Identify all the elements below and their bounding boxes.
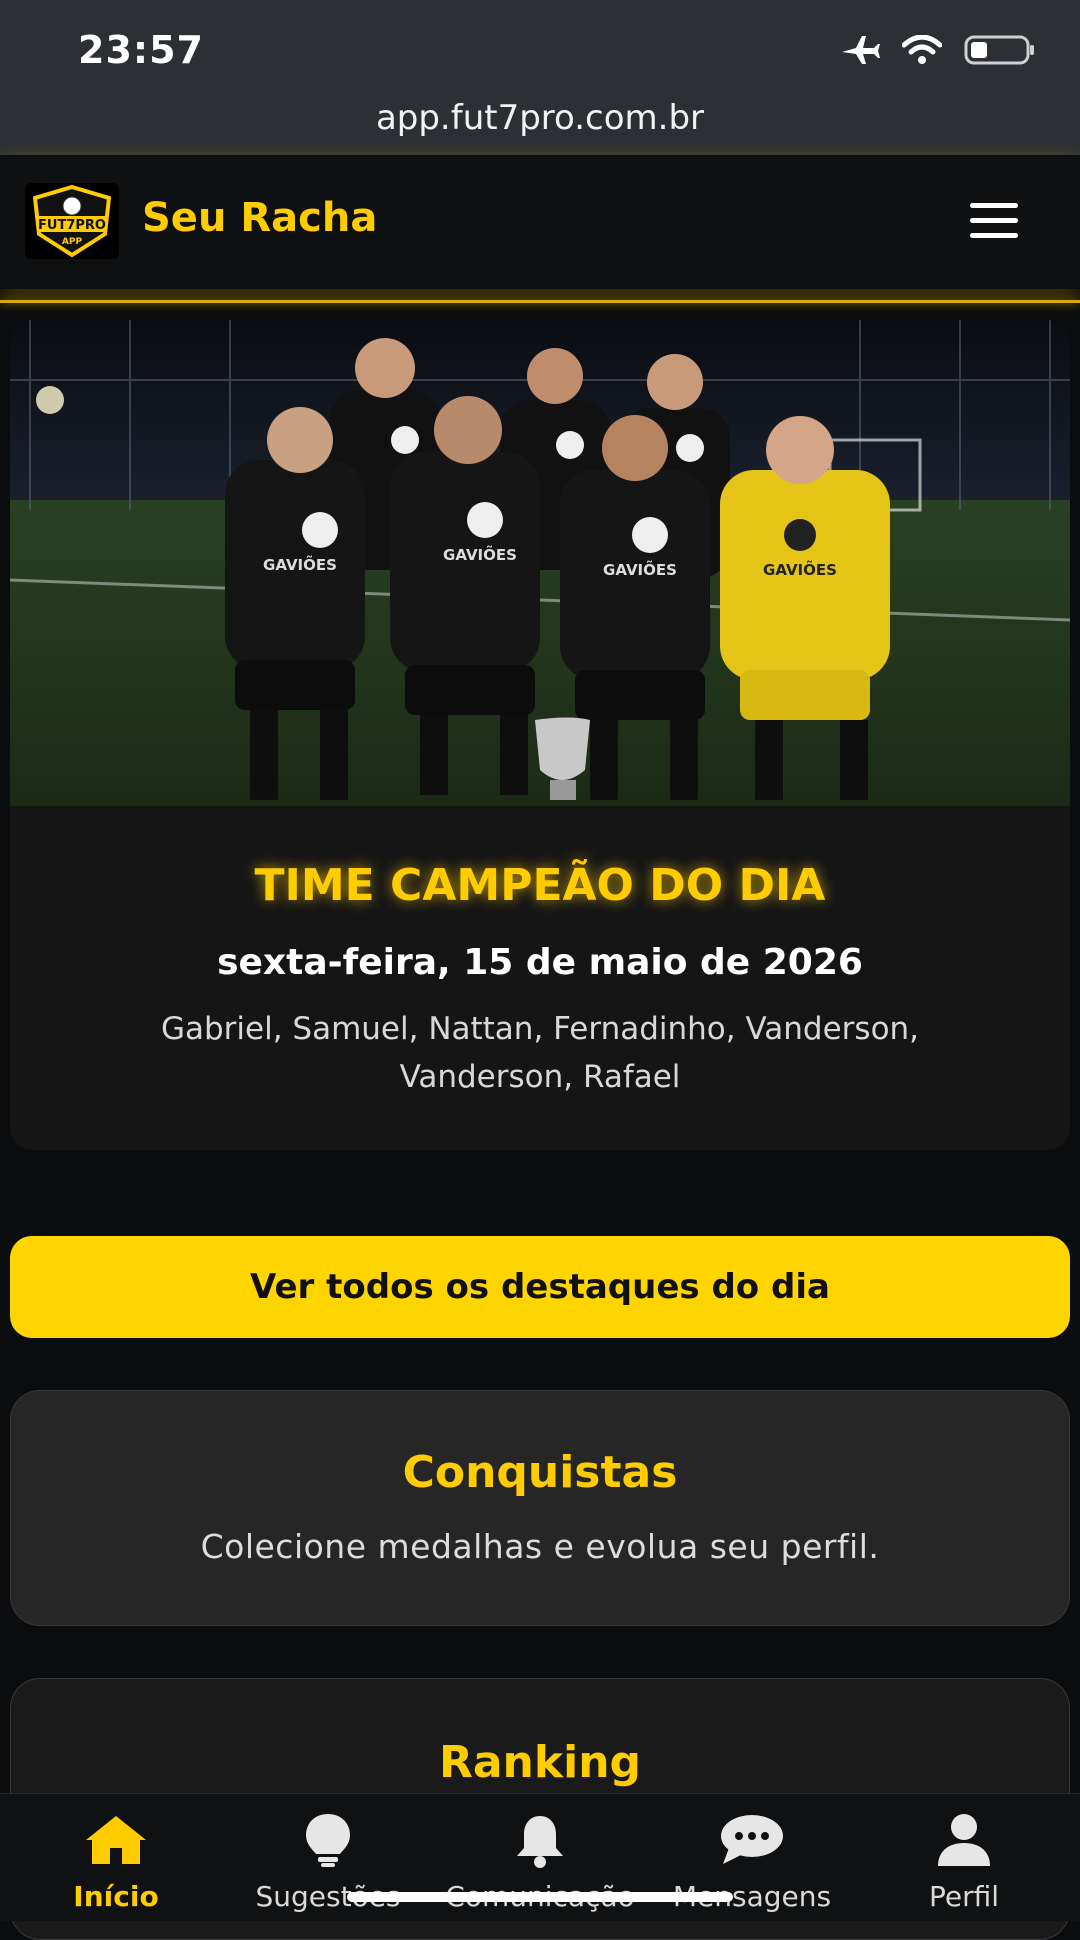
menu-icon-bar <box>970 203 1018 208</box>
hamburger-menu-button[interactable] <box>970 203 1018 239</box>
svg-text:GAVIÕES: GAVIÕES <box>763 560 837 579</box>
view-highlights-button[interactable]: Ver todos os destaques do dia <box>10 1236 1070 1338</box>
fut7pro-logo-icon: FUT7PRO APP <box>32 184 112 258</box>
user-icon <box>938 1814 990 1866</box>
ranking-title: Ranking <box>438 1737 642 1788</box>
nav-item-perfil[interactable]: Perfil <box>856 1794 1072 1921</box>
app-header: FUT7PRO APP Seu Racha <box>0 155 1080 289</box>
achievements-title: Conquistas <box>402 1447 678 1498</box>
champion-team-photo: GAVIÕES GAVIÕES GAVIÕES GAVIÕES <box>10 320 1070 806</box>
status-bar: 23:57 app.fut7pro.com.br <box>0 0 1080 155</box>
svg-text:APP: APP <box>62 237 83 247</box>
status-time: 23:57 <box>78 28 204 72</box>
airplane-icon <box>842 36 880 64</box>
champion-title: TIME CAMPEÃO DO DIA <box>254 860 826 911</box>
status-icons <box>840 34 1036 66</box>
achievements-description: Colecione medalhas e evolua seu perfil. <box>200 1527 880 1566</box>
wifi-icon <box>902 35 942 64</box>
menu-icon-bar <box>970 233 1018 238</box>
home-indicator <box>347 1892 733 1902</box>
svg-text:GAVIÕES: GAVIÕES <box>443 545 517 564</box>
battery-icon <box>964 35 1034 65</box>
menu-icon-bar <box>970 218 1018 223</box>
nav-item-inicio[interactable]: Início <box>8 1794 224 1921</box>
champion-date: sexta-feira, 15 de maio de 2026 <box>217 942 863 983</box>
header-divider <box>0 300 1080 303</box>
svg-text:GAVIÕES: GAVIÕES <box>263 555 337 574</box>
champion-team-card: GAVIÕES GAVIÕES GAVIÕES GAVIÕES TIME CAM… <box>10 320 1070 1150</box>
bell-icon <box>517 1816 563 1868</box>
achievements-card[interactable]: Conquistas Colecione medalhas e evolua s… <box>10 1390 1070 1626</box>
app-brand-title: Seu Racha <box>142 195 378 241</box>
svg-text:GAVIÕES: GAVIÕES <box>603 560 677 579</box>
nav-label-perfil: Perfil <box>928 1880 1000 1913</box>
browser-url[interactable]: app.fut7pro.com.br <box>0 98 1080 138</box>
champion-players: Gabriel, Samuel, Nattan, Fernadinho, Van… <box>160 1011 920 1095</box>
svg-text:FUT7PRO: FUT7PRO <box>38 218 106 233</box>
home-icon <box>86 1816 146 1864</box>
lightbulb-icon <box>306 1814 350 1867</box>
app-logo[interactable]: FUT7PRO APP <box>25 183 119 259</box>
chat-icon <box>721 1815 783 1864</box>
